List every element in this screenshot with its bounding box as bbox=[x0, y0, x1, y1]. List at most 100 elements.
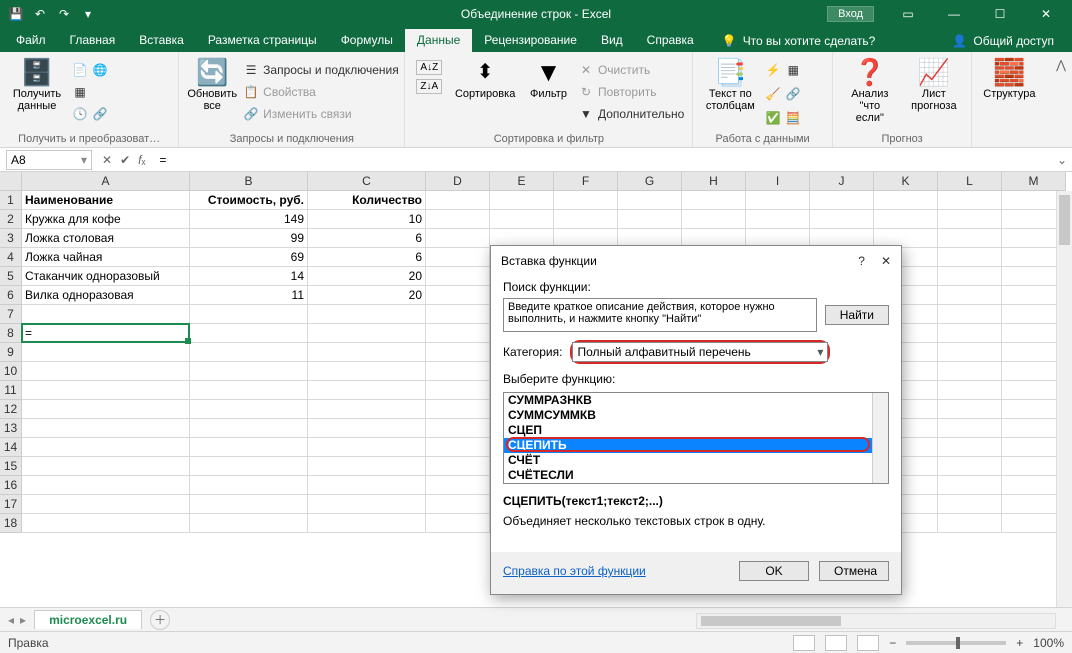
dialog-close-icon[interactable]: ✕ bbox=[881, 254, 891, 268]
close-icon[interactable]: ✕ bbox=[1024, 0, 1068, 28]
cell[interactable] bbox=[938, 324, 1002, 343]
column-header[interactable]: B bbox=[190, 172, 308, 191]
find-button[interactable]: Найти bbox=[825, 305, 889, 325]
cell[interactable] bbox=[190, 495, 308, 514]
cell[interactable]: 11 bbox=[190, 286, 308, 305]
row-header[interactable]: 13 bbox=[0, 419, 22, 438]
cell[interactable] bbox=[426, 457, 490, 476]
cell[interactable] bbox=[938, 362, 1002, 381]
row-header[interactable]: 15 bbox=[0, 457, 22, 476]
zoom-level[interactable]: 100% bbox=[1033, 636, 1064, 650]
vertical-scrollbar[interactable] bbox=[1056, 191, 1072, 607]
cell[interactable] bbox=[938, 495, 1002, 514]
cell[interactable]: Стаканчик одноразовый bbox=[22, 267, 190, 286]
from-text-button[interactable]: 📄🌐 bbox=[72, 60, 108, 80]
advanced-filter-button[interactable]: ▼Дополнительно bbox=[578, 104, 684, 124]
cell[interactable] bbox=[190, 457, 308, 476]
cell[interactable] bbox=[308, 343, 426, 362]
cell[interactable] bbox=[426, 324, 490, 343]
new-sheet-button[interactable]: ＋ bbox=[150, 610, 170, 630]
cell[interactable] bbox=[938, 191, 1002, 210]
cell[interactable] bbox=[618, 210, 682, 229]
cell[interactable] bbox=[190, 514, 308, 533]
row-header[interactable]: 8 bbox=[0, 324, 22, 343]
sort-az-icon[interactable]: A↓Z bbox=[416, 60, 442, 75]
refresh-all-button[interactable]: 🔄 Обновить все bbox=[187, 56, 237, 112]
cell[interactable] bbox=[426, 400, 490, 419]
column-header[interactable]: I bbox=[746, 172, 810, 191]
cell[interactable] bbox=[308, 514, 426, 533]
cell[interactable] bbox=[554, 191, 618, 210]
row-header[interactable]: 4 bbox=[0, 248, 22, 267]
tab-insert[interactable]: Вставка bbox=[127, 29, 196, 52]
cell[interactable]: 14 bbox=[190, 267, 308, 286]
function-list-item[interactable]: СЦЕП bbox=[504, 423, 888, 438]
minimize-icon[interactable]: — bbox=[932, 0, 976, 28]
cell[interactable] bbox=[22, 419, 190, 438]
enter-formula-icon[interactable]: ✔ bbox=[120, 153, 130, 167]
cell[interactable] bbox=[426, 191, 490, 210]
relationships-icon[interactable]: 🔗 bbox=[785, 87, 801, 101]
cell[interactable] bbox=[746, 210, 810, 229]
name-box[interactable]: A8 ▾ bbox=[6, 150, 92, 170]
cell[interactable] bbox=[490, 210, 554, 229]
cell[interactable] bbox=[682, 210, 746, 229]
formula-input[interactable] bbox=[155, 150, 1052, 170]
get-data-button[interactable]: 🗄️ Получить данные bbox=[8, 56, 66, 112]
cell[interactable] bbox=[22, 400, 190, 419]
cell[interactable] bbox=[938, 267, 1002, 286]
cell[interactable] bbox=[938, 305, 1002, 324]
row-header[interactable]: 9 bbox=[0, 343, 22, 362]
cell[interactable] bbox=[426, 419, 490, 438]
view-pagebreak-icon[interactable] bbox=[857, 635, 879, 651]
row-header[interactable]: 10 bbox=[0, 362, 22, 381]
cell[interactable] bbox=[938, 400, 1002, 419]
recent-sources-button[interactable]: 🕓🔗 bbox=[72, 104, 108, 124]
column-header[interactable]: H bbox=[682, 172, 746, 191]
undo-icon[interactable]: ↶ bbox=[30, 4, 50, 24]
cell[interactable] bbox=[810, 210, 874, 229]
data-validation-icon[interactable]: ✅ bbox=[765, 111, 781, 125]
insert-function-icon[interactable]: fₓ bbox=[138, 153, 145, 167]
cell[interactable] bbox=[190, 381, 308, 400]
tab-file[interactable]: Файл bbox=[4, 29, 58, 52]
cell[interactable] bbox=[22, 381, 190, 400]
cell[interactable] bbox=[426, 476, 490, 495]
sort-za-icon[interactable]: Z↓A bbox=[416, 79, 442, 94]
cell[interactable] bbox=[426, 305, 490, 324]
cell[interactable] bbox=[938, 381, 1002, 400]
function-list-item[interactable]: СЧЁТЕСЛИМН bbox=[504, 483, 888, 484]
cell[interactable] bbox=[426, 267, 490, 286]
column-header[interactable]: G bbox=[618, 172, 682, 191]
outline-button[interactable]: 🧱 Структура bbox=[980, 56, 1038, 100]
category-select[interactable]: Полный алфавитный перечень ▾ bbox=[572, 342, 828, 362]
cell[interactable] bbox=[426, 514, 490, 533]
cell[interactable] bbox=[426, 248, 490, 267]
cell[interactable] bbox=[554, 210, 618, 229]
tab-data[interactable]: Данные bbox=[405, 29, 472, 52]
cell[interactable]: 6 bbox=[308, 248, 426, 267]
whatif-button[interactable]: ❓ Анализ "что если" bbox=[841, 56, 899, 124]
cell[interactable] bbox=[22, 514, 190, 533]
name-box-dropdown-icon[interactable]: ▾ bbox=[81, 153, 87, 167]
help-link[interactable]: Справка по этой функции bbox=[503, 564, 646, 578]
cell[interactable]: = bbox=[22, 324, 190, 343]
tab-review[interactable]: Рецензирование bbox=[472, 29, 589, 52]
cell[interactable] bbox=[308, 400, 426, 419]
cell[interactable] bbox=[190, 438, 308, 457]
remove-dupes-icon[interactable]: 🧹 bbox=[765, 87, 781, 101]
row-header[interactable]: 2 bbox=[0, 210, 22, 229]
function-list-item[interactable]: СЧЁТЕСЛИ bbox=[504, 468, 888, 483]
cancel-button[interactable]: Отмена bbox=[819, 561, 889, 581]
cell[interactable]: Вилка одноразовая bbox=[22, 286, 190, 305]
cell[interactable]: 149 bbox=[190, 210, 308, 229]
function-listbox[interactable]: СУММРАЗНКВСУММСУММКВСЦЕПСЦЕПИТЬСЧЁТСЧЁТЕ… bbox=[503, 392, 889, 484]
cell[interactable]: Ложка столовая bbox=[22, 229, 190, 248]
ribbon-options-icon[interactable]: ▭ bbox=[886, 0, 930, 28]
row-header[interactable]: 17 bbox=[0, 495, 22, 514]
cell[interactable] bbox=[426, 438, 490, 457]
select-all-corner[interactable] bbox=[0, 172, 22, 191]
cell[interactable]: Кружка для кофе bbox=[22, 210, 190, 229]
cell[interactable]: Наименование bbox=[22, 191, 190, 210]
qat-customize-icon[interactable]: ▾ bbox=[78, 4, 98, 24]
